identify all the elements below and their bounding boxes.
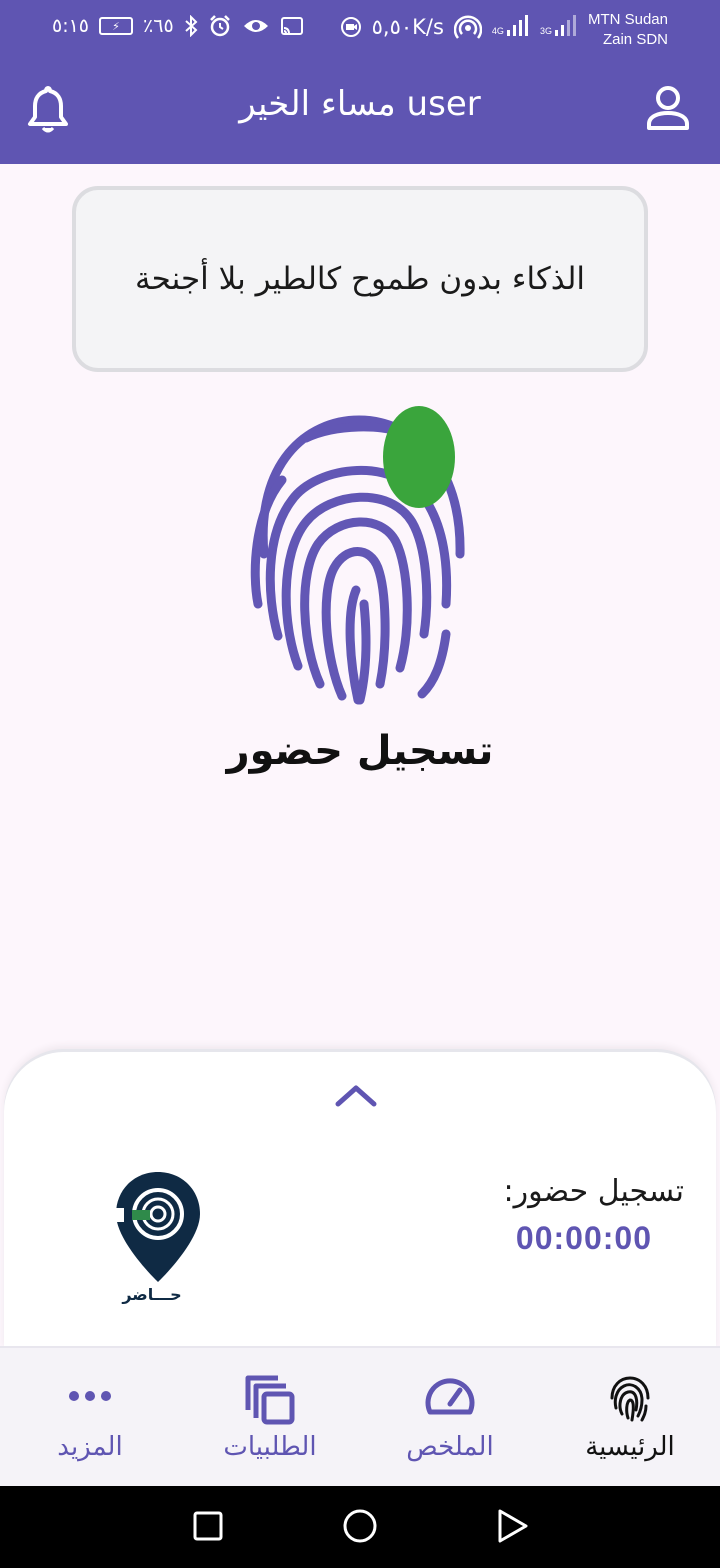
- bottom-nav: الرئيسية الملخص الطلبيات المزيد: [0, 1346, 720, 1488]
- nav-item-orders[interactable]: الطلبيات: [180, 1348, 360, 1488]
- logo-text: حـــاضر: [121, 1285, 181, 1304]
- quote-card: الذكاء بدون طموح كالطير بلا أجنحة: [72, 186, 648, 372]
- person-icon[interactable]: [646, 84, 690, 132]
- hotspot-icon: [453, 15, 482, 39]
- app-logo: حـــاضر: [114, 1172, 200, 1304]
- net-4g-label: 4G: [491, 26, 504, 36]
- greeting-title: مساء الخير user: [239, 84, 481, 124]
- home-icon[interactable]: [342, 1508, 378, 1544]
- copy-icon: [245, 1375, 295, 1425]
- signal-4g: 4G: [492, 14, 530, 36]
- nav-item-summary[interactable]: الملخص: [360, 1348, 540, 1488]
- nav-label-home: الرئيسية: [585, 1432, 675, 1462]
- signal-bars-icon: [506, 15, 528, 36]
- battery-icon: ⚡: [99, 17, 134, 35]
- recents-icon[interactable]: [192, 1510, 224, 1542]
- status-indicator-dot: [383, 406, 455, 508]
- eye-icon: [243, 20, 268, 32]
- chevron-up-icon[interactable]: [334, 1080, 378, 1110]
- nav-label-more: المزيد: [57, 1432, 123, 1462]
- signal-3g: 3G: [540, 14, 578, 36]
- status-left: ٥:١٥ ⚡ ٪٦٥: [52, 14, 304, 38]
- nav-label-summary: الملخص: [406, 1432, 494, 1462]
- status-time: ٥:١٥: [52, 15, 90, 37]
- signal-bars-icon: [554, 15, 576, 36]
- cast-icon: [280, 17, 303, 35]
- bluetooth-icon: [185, 15, 198, 37]
- carriers: MTN Sudan Zain SDN: [588, 10, 668, 50]
- attendance-timer: 00:00:00: [515, 1220, 652, 1256]
- status-bar: ٥:١٥ ⚡ ٪٦٥ ٥,٥٠K/s 4G 3G MTN Sudan Zain …: [0, 0, 720, 56]
- back-icon[interactable]: [496, 1508, 530, 1544]
- alarm-icon: [209, 15, 230, 37]
- app-bar: مساء الخير user: [0, 56, 720, 164]
- net-3g-label: 3G: [539, 26, 552, 36]
- speedometer-icon: [425, 1378, 475, 1415]
- quote-text: الذكاء بدون طموح كالطير بلا أجنحة: [134, 261, 586, 297]
- nav-label-orders: الطلبيات: [223, 1432, 317, 1462]
- carrier-2: Zain SDN: [602, 31, 668, 48]
- sheet-title: تسجيل حضور:: [503, 1174, 684, 1209]
- record-icon: [340, 17, 361, 37]
- nav-item-more[interactable]: المزيد: [0, 1348, 180, 1488]
- net-speed: ٥,٥٠K/s: [371, 15, 444, 39]
- system-nav-bar: [0, 1486, 720, 1568]
- fingerprint-icon: [610, 1376, 650, 1422]
- battery-percent: ٪٦٥: [143, 15, 174, 37]
- status-right: ٥,٥٠K/s 4G 3G MTN Sudan Zain SDN: [340, 10, 668, 50]
- nav-item-home[interactable]: الرئيسية: [540, 1348, 720, 1488]
- more-icon: [69, 1391, 111, 1401]
- check-in-label[interactable]: تسجيل حضور: [0, 728, 720, 774]
- carrier-1: MTN Sudan: [587, 11, 668, 28]
